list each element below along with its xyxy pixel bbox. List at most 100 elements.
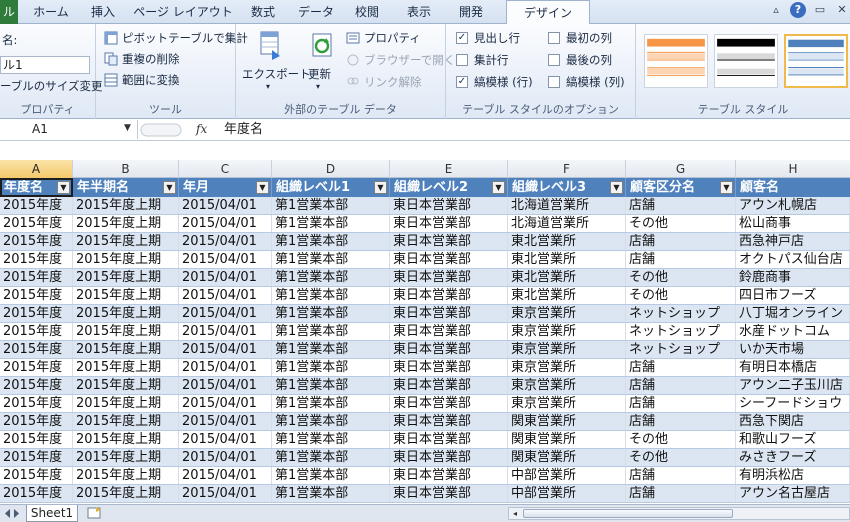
refresh-dropdown-icon[interactable]: ▾ — [316, 82, 320, 91]
table-cell[interactable]: 店舗 — [626, 395, 736, 412]
table-cell[interactable]: 2015/04/01 — [179, 269, 272, 286]
table-cell[interactable]: 2015/04/01 — [179, 395, 272, 412]
table-cell[interactable]: 東日本営業部 — [390, 395, 508, 412]
table-cell[interactable]: 2015年度 — [0, 323, 73, 340]
table-cell[interactable]: アウン札幌店 — [736, 197, 850, 214]
table-cell[interactable]: ネットショップ — [626, 305, 736, 322]
close-icon[interactable]: ✕ — [834, 2, 850, 18]
table-name-input[interactable]: ル1 — [0, 56, 90, 74]
table-cell[interactable]: 2015年度上期 — [73, 485, 179, 502]
tab-data[interactable]: データ — [290, 0, 342, 24]
column-header-c[interactable]: C — [179, 160, 272, 178]
table-cell[interactable]: 2015/04/01 — [179, 305, 272, 322]
table-cell[interactable]: 第1営業本部 — [272, 251, 390, 268]
table-cell[interactable]: 東日本営業部 — [390, 431, 508, 448]
restore-window-icon[interactable]: ▭ — [812, 2, 828, 18]
table-cell[interactable]: 東京営業所 — [508, 341, 626, 358]
table-cell[interactable]: ネットショップ — [626, 323, 736, 340]
table-cell[interactable]: 東京営業所 — [508, 377, 626, 394]
column-header-f[interactable]: F — [508, 160, 626, 178]
resize-table-button[interactable]: ーブルのサイズ変更 — [0, 78, 102, 94]
table-cell[interactable]: 2015年度 — [0, 251, 73, 268]
table-cell[interactable]: 2015年度上期 — [73, 269, 179, 286]
column-header-d[interactable]: D — [272, 160, 390, 178]
table-cell[interactable]: 第1営業本部 — [272, 323, 390, 340]
table-cell[interactable]: 東日本営業部 — [390, 467, 508, 484]
table-cell[interactable]: 2015/04/01 — [179, 431, 272, 448]
table-cell[interactable]: 中部営業所 — [508, 485, 626, 502]
header-cell-customer-name[interactable]: 顧客名 — [736, 178, 850, 197]
table-cell[interactable]: 2015年度 — [0, 359, 73, 376]
insert-sheet-icon[interactable] — [86, 506, 104, 521]
table-cell[interactable]: 東京営業所 — [508, 305, 626, 322]
table-cell[interactable]: 東日本営業部 — [390, 251, 508, 268]
filter-dropdown-icon[interactable]: ▼ — [720, 181, 733, 194]
table-cell[interactable]: 東北営業所 — [508, 287, 626, 304]
tab-file[interactable]: ル — [0, 0, 18, 24]
table-cell[interactable]: 2015年度上期 — [73, 215, 179, 232]
table-cell[interactable]: 和歌山フーズ — [736, 431, 850, 448]
table-cell[interactable]: 東北営業所 — [508, 269, 626, 286]
table-cell[interactable]: 東日本営業部 — [390, 413, 508, 430]
table-cell[interactable]: 北海道営業所 — [508, 215, 626, 232]
table-cell[interactable]: 2015年度 — [0, 485, 73, 502]
table-cell[interactable]: 2015年度 — [0, 449, 73, 466]
table-cell[interactable]: 東日本営業部 — [390, 485, 508, 502]
table-cell[interactable]: 2015年度 — [0, 377, 73, 394]
table-cell[interactable]: 第1営業本部 — [272, 305, 390, 322]
sheet-tab-sheet1[interactable]: Sheet1 — [26, 505, 78, 522]
column-header-h[interactable]: H — [736, 160, 850, 178]
sheet-nav-icon[interactable] — [2, 508, 22, 519]
table-cell[interactable]: 鈴鹿商事 — [736, 269, 850, 286]
table-cell[interactable]: 四日市フーズ — [736, 287, 850, 304]
table-cell[interactable]: 2015/04/01 — [179, 449, 272, 466]
formula-input[interactable]: 年度名 — [224, 119, 263, 140]
table-cell[interactable]: アウン二子玉川店 — [736, 377, 850, 394]
table-cell[interactable]: 2015年度 — [0, 287, 73, 304]
table-cell[interactable]: 2015年度上期 — [73, 341, 179, 358]
table-cell[interactable]: 東日本営業部 — [390, 323, 508, 340]
table-cell[interactable]: 2015年度上期 — [73, 377, 179, 394]
scroll-left-icon[interactable]: ◂ — [509, 508, 521, 519]
table-cell[interactable]: 第1営業本部 — [272, 197, 390, 214]
checkbox-last-column[interactable] — [548, 54, 560, 66]
table-cell[interactable]: その他 — [626, 449, 736, 466]
checkbox-header-row[interactable]: ✓ — [456, 32, 468, 44]
table-cell[interactable]: 東北営業所 — [508, 251, 626, 268]
table-cell[interactable]: 第1営業本部 — [272, 467, 390, 484]
tab-developer[interactable]: 開発 — [448, 0, 494, 24]
table-cell[interactable]: 第1営業本部 — [272, 377, 390, 394]
table-style-orange[interactable] — [644, 34, 708, 88]
table-style-blue-selected[interactable] — [784, 34, 848, 88]
table-cell[interactable]: 関東営業所 — [508, 431, 626, 448]
table-cell[interactable]: 西急神戸店 — [736, 233, 850, 250]
table-cell[interactable]: 東京営業所 — [508, 359, 626, 376]
filter-dropdown-icon[interactable]: ▼ — [163, 181, 176, 194]
table-cell[interactable]: 水産ドットコム — [736, 323, 850, 340]
table-cell[interactable]: 2015年度上期 — [73, 413, 179, 430]
tab-formulas[interactable]: 数式 — [240, 0, 286, 24]
filter-dropdown-icon[interactable]: ▼ — [256, 181, 269, 194]
column-header-a[interactable]: A — [0, 160, 73, 178]
tab-home[interactable]: ホーム — [22, 0, 80, 24]
table-cell[interactable]: 2015年度上期 — [73, 251, 179, 268]
table-style-black[interactable] — [714, 34, 778, 88]
filter-dropdown-icon[interactable]: ▼ — [374, 181, 387, 194]
table-cell[interactable]: 西急下関店 — [736, 413, 850, 430]
table-cell[interactable]: 店舗 — [626, 359, 736, 376]
table-cell[interactable]: 東日本営業部 — [390, 449, 508, 466]
table-cell[interactable]: 東日本営業部 — [390, 377, 508, 394]
table-cell[interactable]: 店舗 — [626, 413, 736, 430]
table-cell[interactable]: 2015/04/01 — [179, 413, 272, 430]
table-cell[interactable]: シーフードショウ — [736, 395, 850, 412]
table-cell[interactable]: その他 — [626, 269, 736, 286]
table-cell[interactable]: 2015年度上期 — [73, 233, 179, 250]
table-cell[interactable]: 東日本営業部 — [390, 305, 508, 322]
scrollbar-thumb[interactable] — [523, 509, 733, 518]
table-cell[interactable]: いか天市場 — [736, 341, 850, 358]
table-cell[interactable]: 2015/04/01 — [179, 215, 272, 232]
tab-insert[interactable]: 挿入 — [80, 0, 126, 24]
filter-dropdown-icon[interactable]: ▼ — [610, 181, 623, 194]
header-cell-org-level-2[interactable]: 組織レベル2 — [390, 178, 508, 197]
header-cell-org-level-1[interactable]: 組織レベル1 — [272, 178, 390, 197]
